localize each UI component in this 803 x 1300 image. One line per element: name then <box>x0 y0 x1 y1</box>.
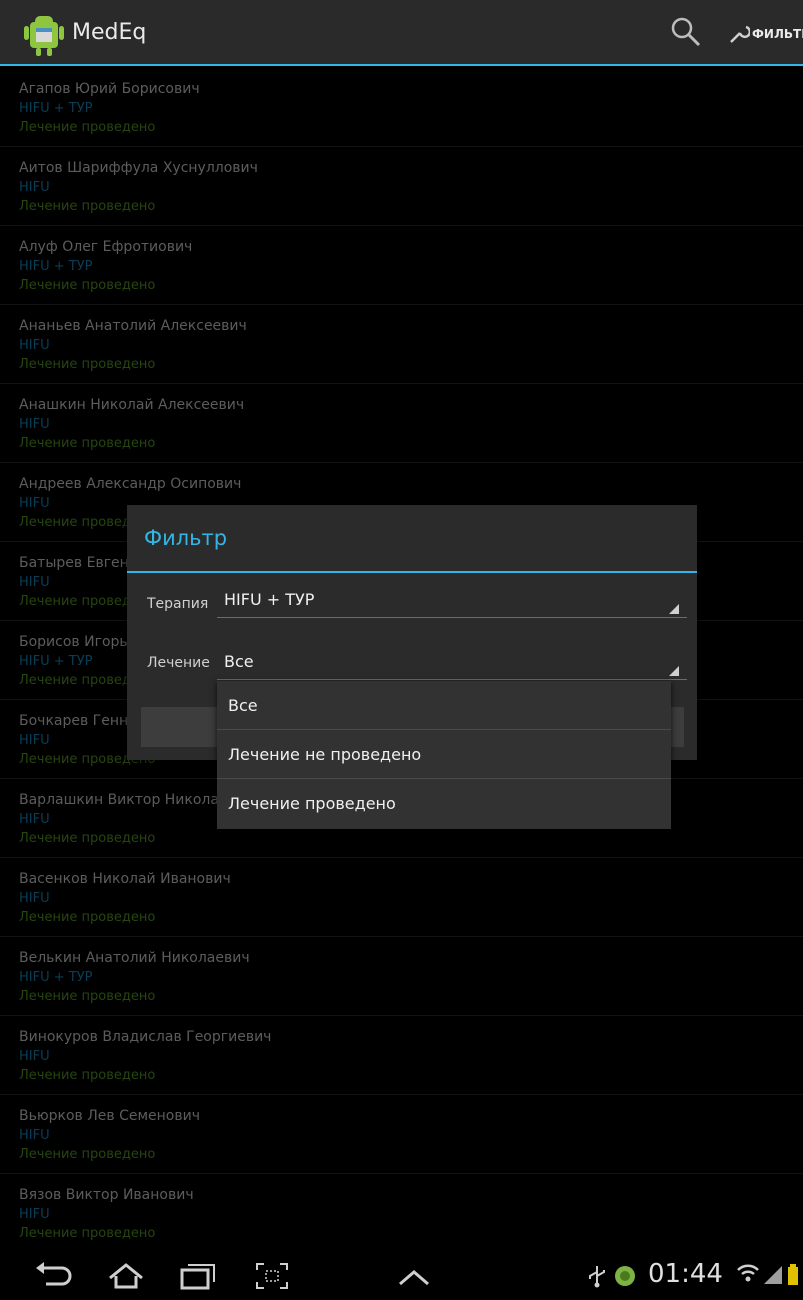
filter-action-button[interactable]: ФИЛЬТР <box>728 14 803 54</box>
signal-icon <box>764 1266 782 1284</box>
spinner-arrow-icon <box>669 604 679 614</box>
dialog-title: Фильтр <box>144 526 228 550</box>
app-title: MedEq <box>72 20 147 45</box>
treatment-label: Лечение <box>147 655 210 671</box>
spinner-arrow-icon <box>669 666 679 676</box>
app-icon[interactable] <box>24 12 64 56</box>
therapy-spinner[interactable]: HIFU + ТУР <box>217 584 687 618</box>
therapy-label: Терапия <box>147 596 209 612</box>
treatment-spinner-value: Все <box>224 652 254 671</box>
dialog-divider <box>127 571 697 573</box>
wrench-icon <box>730 25 750 43</box>
filter-action-label: ФИЛЬТР <box>752 27 803 41</box>
wifi-icon <box>737 1264 759 1282</box>
screenshot-icon[interactable] <box>255 1262 289 1290</box>
therapy-spinner-value: HIFU + ТУР <box>224 590 315 609</box>
dropdown-option[interactable]: Лечение не проведено <box>217 730 671 779</box>
action-bar: MedEq ФИЛЬТР <box>0 0 803 66</box>
battery-icon <box>788 1264 798 1285</box>
up-arrow-icon[interactable] <box>396 1262 432 1290</box>
dropdown-option[interactable]: Все <box>217 681 671 730</box>
usb-icon <box>589 1266 605 1288</box>
recent-apps-icon[interactable] <box>178 1262 218 1290</box>
status-clock: 01:44 <box>648 1259 723 1289</box>
back-icon[interactable] <box>34 1262 74 1290</box>
dropdown-option[interactable]: Лечение проведено <box>217 779 671 828</box>
home-icon[interactable] <box>106 1262 146 1290</box>
treatment-spinner[interactable]: Все <box>217 646 687 680</box>
dialog-button-left[interactable] <box>141 707 221 747</box>
search-icon[interactable] <box>668 14 704 50</box>
android-icon <box>615 1266 635 1286</box>
system-nav-bar: 01:44 <box>0 1252 803 1300</box>
treatment-dropdown-list[interactable]: Все Лечение не проведено Лечение проведе… <box>217 681 671 829</box>
